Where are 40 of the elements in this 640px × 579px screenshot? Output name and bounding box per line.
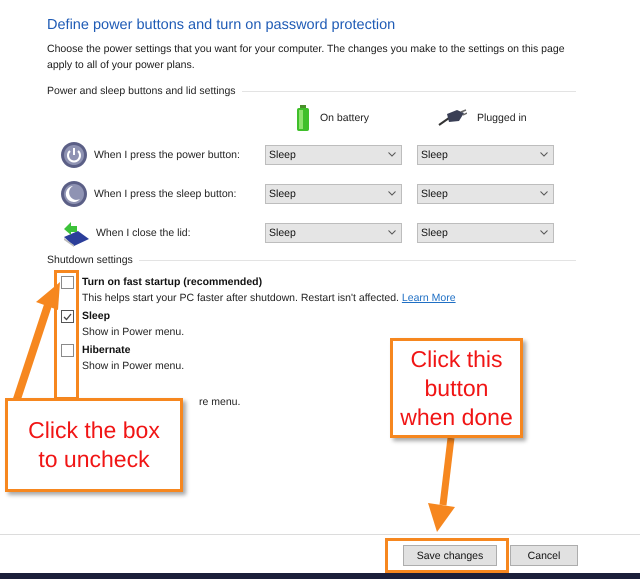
battery-icon bbox=[296, 105, 310, 131]
plug-icon bbox=[437, 109, 467, 127]
dropdown[interactable]: Sleep bbox=[417, 222, 554, 242]
dropdown[interactable]: Sleep bbox=[417, 144, 554, 164]
setting-label: When I press the power button: bbox=[94, 148, 240, 160]
moon-icon bbox=[60, 180, 88, 208]
option-description: This helps start your PC faster after shutdown. Restart isn't affected. Learn More bbox=[82, 291, 456, 306]
setting-label: When I press the sleep button: bbox=[94, 188, 236, 200]
section-heading: Shutdown settings bbox=[47, 254, 133, 266]
checkbox[interactable] bbox=[61, 310, 74, 323]
power-icon bbox=[60, 140, 88, 168]
callout-note: Click the box to uncheck bbox=[5, 398, 183, 492]
checkbox[interactable] bbox=[61, 344, 74, 357]
chevron-down-icon bbox=[388, 152, 396, 157]
dropdown[interactable]: Sleep bbox=[265, 222, 402, 242]
chevron-down-icon bbox=[540, 191, 548, 196]
section-heading: Power and sleep buttons and lid settings bbox=[47, 85, 236, 97]
option-description: Show in Power menu. bbox=[82, 325, 184, 340]
option-label: Hibernate bbox=[82, 343, 132, 358]
callout-note: Click this button when done bbox=[390, 338, 523, 438]
save-button[interactable]: Save changes bbox=[403, 545, 497, 566]
option-description: Show in Power menu. bbox=[82, 359, 184, 374]
chevron-down-icon bbox=[540, 152, 548, 157]
learn-more-link[interactable]: Learn More bbox=[402, 292, 456, 304]
option-label: Sleep bbox=[82, 309, 112, 324]
chevron-down-icon bbox=[540, 230, 548, 235]
checkbox[interactable] bbox=[61, 276, 74, 289]
page-description: Choose the power settings that you want for your computer. The changes you make to the settings on this page apply to all of your power plans. bbox=[47, 42, 566, 73]
chevron-down-icon bbox=[388, 191, 396, 196]
option-label: Turn on fast startup (recommended) bbox=[82, 275, 264, 290]
cancel-button[interactable]: Cancel bbox=[510, 545, 578, 566]
column-heading: On battery bbox=[320, 112, 370, 124]
option-description: re menu. bbox=[199, 395, 240, 410]
dropdown[interactable]: Sleep bbox=[265, 184, 402, 204]
chevron-down-icon bbox=[388, 230, 396, 235]
column-heading: Plugged in bbox=[477, 112, 527, 124]
page-title: Define power buttons and turn on password protection bbox=[47, 16, 396, 35]
setting-label: When I close the lid: bbox=[96, 226, 191, 238]
dropdown[interactable]: Sleep bbox=[417, 184, 554, 204]
dropdown[interactable]: Sleep bbox=[265, 144, 402, 164]
